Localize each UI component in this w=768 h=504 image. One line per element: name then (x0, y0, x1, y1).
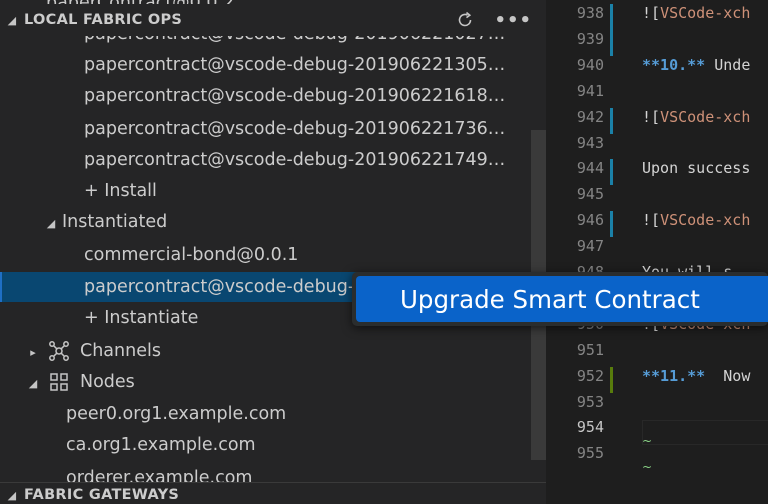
gutter-change-marker (610, 366, 613, 393)
tree-item-installed[interactable]: papercontract@vscode-debug-201906221305… (0, 50, 546, 80)
code-text: **10.** Unde (642, 56, 750, 74)
line-number: 947 (576, 237, 604, 256)
editor-line[interactable]: 944 Upon success (546, 159, 768, 186)
squiggle-marker: ~ (642, 460, 653, 474)
editor-line[interactable]: 945 (546, 185, 768, 211)
chevron-right-icon[interactable]: ▸ (26, 346, 40, 359)
chevron-down-icon[interactable]: ◢ (44, 217, 58, 230)
tree-group-nodes[interactable]: ◢ Nodes (0, 367, 546, 397)
editor-line[interactable]: 947 (546, 237, 768, 263)
group-label: Channels (80, 341, 161, 361)
code-token: **11.** (642, 366, 706, 385)
channels-icon (49, 341, 69, 361)
code-token: ![ (642, 4, 661, 22)
tree-item-label: papercontract@vscode-debug-201906221305… (84, 55, 506, 75)
gutter-change-marker (610, 211, 613, 238)
line-number: 946 (576, 211, 604, 230)
gutter-change-marker (610, 107, 613, 134)
gutter-change-marker (610, 159, 613, 186)
squiggle-marker: ~ (642, 434, 653, 448)
nodes-icon (50, 373, 68, 391)
code-token: ![ (642, 211, 661, 230)
code-text: ![VSCode-xch (642, 4, 750, 22)
line-number: 942 (576, 107, 604, 126)
line-number: 938 (576, 4, 604, 22)
tree-group-channels[interactable]: ▸ Channels (0, 336, 546, 366)
tree-item-label: papercontract@vscode-debug-201906221749… (84, 150, 506, 170)
tree-item-installed[interactable]: papercontract@vscode-debug-201906221749… (0, 145, 546, 175)
current-line-highlight (642, 420, 768, 445)
tree-item-label: commercial-bond@0.0.1 (84, 245, 299, 265)
editor-line[interactable]: 940 **10.** Unde (546, 56, 768, 82)
editor-line[interactable]: 946 ![VSCode-xch (546, 211, 768, 238)
local-fabric-ops-header[interactable]: ◢ LOCAL FABRIC OPS ••• (0, 4, 546, 36)
install-label: + Install (84, 181, 157, 201)
code-token: VSCode-xch (660, 107, 751, 126)
install-action[interactable]: + Install (0, 176, 546, 206)
line-number: 941 (576, 81, 604, 100)
line-number: 955 (576, 444, 604, 463)
chevron-down-icon[interactable]: ◢ (0, 489, 24, 502)
code-token: ![ (642, 107, 661, 126)
upgrade-smart-contract-menu-item[interactable]: Upgrade Smart Contract (356, 276, 768, 322)
editor-line[interactable]: 955 (546, 444, 768, 470)
chevron-down-icon[interactable]: ◢ (26, 377, 40, 390)
code-text: Upon success (642, 159, 750, 177)
code-text: **11.** Now (642, 367, 750, 385)
more-actions-icon[interactable]: ••• (494, 10, 532, 31)
editor-line[interactable]: 941 (546, 82, 768, 108)
section-title: LOCAL FABRIC OPS (24, 12, 183, 28)
tree-item-installed[interactable]: papercontract@vscode-debug-201906221618… (0, 81, 546, 111)
code-token: VSCode-xch (660, 4, 751, 22)
line-number: 945 (576, 185, 604, 204)
tree-group-instantiated[interactable]: ◢ Instantiated (0, 207, 546, 237)
group-label: Nodes (80, 372, 135, 392)
group-label: Instantiated (62, 212, 168, 232)
line-number: 940 (576, 55, 604, 74)
tree-item-label: papercontract@vscode-debug-201906221618… (84, 86, 506, 106)
line-number: 951 (576, 340, 604, 359)
line-number: 939 (576, 29, 604, 48)
editor-line[interactable]: 939 (546, 29, 768, 56)
gutter-change-marker (610, 4, 613, 30)
editor-line[interactable]: 952 **11.** Now (546, 366, 768, 393)
editor-line[interactable]: 938 ![VSCode-xch (546, 4, 768, 30)
editor-line[interactable]: 942 ![VSCode-xch (546, 107, 768, 134)
line-number: 944 (576, 159, 604, 178)
twisty-expanded: ◢ (0, 372, 44, 392)
tree-item-label: peer0.org1.example.com (66, 404, 287, 424)
tree-item-label: ca.org1.example.com (66, 435, 256, 455)
tree-item-instantiated[interactable]: commercial-bond@0.0.1 (0, 240, 546, 270)
twisty-expanded: ◢ (0, 212, 62, 232)
context-menu: Upgrade Smart Contract (352, 272, 768, 326)
code-token: **10.** (642, 55, 706, 74)
editor-line[interactable]: 953 (546, 393, 768, 419)
line-number: 954 (576, 418, 604, 437)
line-number: 953 (576, 392, 604, 411)
editor-line[interactable]: 951 (546, 341, 768, 367)
gutter-change-marker (610, 29, 613, 56)
editor-line[interactable]: 943 (546, 134, 768, 160)
section-title: FABRIC GATEWAYS (24, 487, 180, 503)
refresh-icon[interactable] (456, 11, 474, 29)
code-token: Upon success (642, 159, 751, 178)
code-text: ![VSCode-xch (642, 108, 750, 126)
line-number: 943 (576, 133, 604, 152)
header-actions: ••• (456, 4, 532, 36)
tree-item-label: papercontract@vscode-debug-201906221736… (84, 119, 506, 139)
code-token: Unde (705, 55, 751, 74)
twisty-collapsed: ▸ (0, 341, 44, 361)
fabric-gateways-header[interactable]: ◢ FABRIC GATEWAYS (0, 482, 546, 504)
sidebar: paperContract@0.0.2 ◢ LOCAL FABRIC OPS •… (0, 0, 546, 504)
code-text: ![VSCode-xch (642, 211, 750, 229)
instantiate-label: + Instantiate (84, 308, 199, 328)
tree-item-installed[interactable]: papercontract@vscode-debug-201906221736… (0, 114, 546, 144)
editor[interactable]: 938 ![VSCode-xch 939 940 **10.** Unde 941 942!… (546, 0, 768, 504)
tree-item-node[interactable]: peer0.org1.example.com (0, 399, 546, 429)
code-token: VSCode-xch (660, 211, 751, 230)
line-number: 952 (576, 366, 604, 385)
tree-item-node[interactable]: ca.org1.example.com (0, 430, 546, 460)
chevron-down-icon[interactable]: ◢ (0, 14, 24, 27)
code-token: Now (705, 366, 751, 385)
